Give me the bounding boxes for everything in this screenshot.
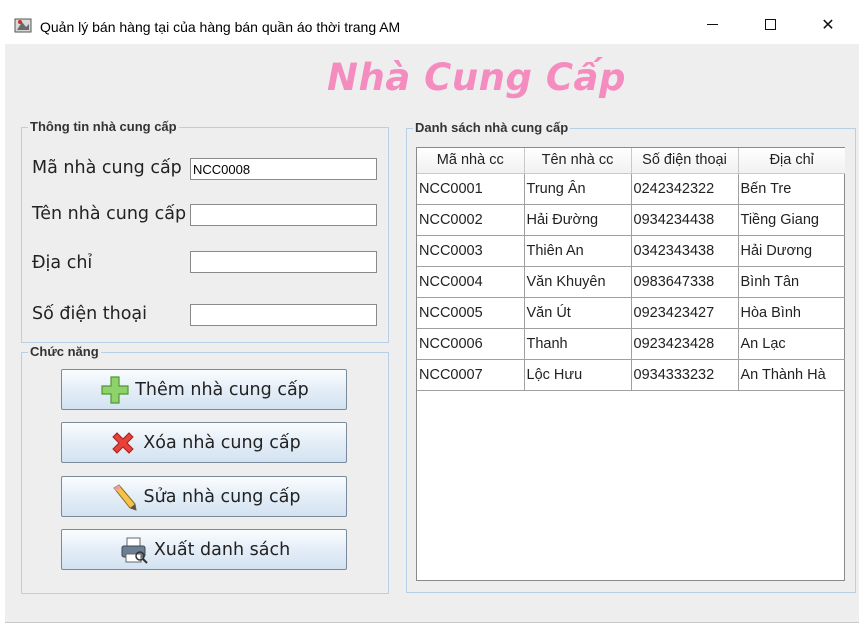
cell-id: NCC0005 — [417, 297, 525, 329]
cell-phone: 0342343438 — [631, 235, 739, 267]
table-header-row: Mã nhà cc Tên nhà cc Số điện thoại Địa c… — [417, 148, 845, 174]
close-button[interactable]: ✕ — [804, 8, 852, 40]
address-label: Địa chỉ — [32, 253, 93, 273]
table-row[interactable]: NCC0006 Thanh 0923423428 An Lạc — [417, 328, 845, 360]
edit-supplier-label: Sửa nhà cung cấp — [143, 486, 301, 507]
cell-phone: 0934333232 — [631, 359, 739, 391]
supplier-name-label: Tên nhà cung cấp — [32, 204, 187, 224]
minimize-button[interactable] — [688, 8, 736, 40]
column-header-id[interactable]: Mã nhà cc — [417, 148, 525, 174]
supplier-table-container[interactable]: Mã nhà cc Tên nhà cc Số điện thoại Địa c… — [416, 147, 845, 581]
export-list-label: Xuất danh sách — [153, 539, 291, 560]
delete-x-icon — [107, 427, 139, 459]
cell-phone: 0923423428 — [631, 328, 739, 360]
title-bar: Quản lý bán hàng tại của hàng bán quần á… — [0, 0, 863, 40]
page-heading: Nhà Cung Cấp — [327, 56, 626, 99]
phone-label: Số điện thoại — [32, 304, 148, 324]
cell-name: Thiên An — [524, 235, 632, 267]
cell-name: Văn Khuyên — [524, 266, 632, 298]
cell-name: Lộc Hưu — [524, 359, 632, 391]
table-row[interactable]: NCC0004 Văn Khuyên 0983647338 Bình Tân — [417, 266, 845, 298]
cell-address: Hải Dương — [738, 235, 845, 267]
cell-id: NCC0001 — [417, 173, 525, 205]
app-icon — [14, 16, 32, 34]
printer-icon — [118, 534, 150, 566]
cell-address: Bến Tre — [738, 173, 845, 205]
table-row[interactable]: NCC0001 Trung Ân 0242342322 Bến Tre — [417, 173, 845, 205]
supplier-list-title: Danh sách nhà cung cấp — [413, 120, 571, 135]
maximize-icon — [764, 18, 776, 30]
add-supplier-label: Thêm nhà cung cấp — [135, 379, 309, 400]
cell-id: NCC0004 — [417, 266, 525, 298]
export-list-button[interactable]: Xuất danh sách — [61, 529, 347, 570]
supplier-id-label: Mã nhà cung cấp — [32, 158, 182, 178]
cell-phone: 0923423427 — [631, 297, 739, 329]
cell-address: Bình Tân — [738, 266, 845, 298]
column-header-phone[interactable]: Số điện thoại — [631, 148, 739, 174]
table-row[interactable]: NCC0005 Văn Út 0923423427 Hòa Bình — [417, 297, 845, 329]
supplier-id-input[interactable] — [190, 158, 377, 180]
delete-supplier-button[interactable]: Xóa nhà cung cấp — [61, 422, 347, 463]
cell-name: Hải Đường — [524, 204, 632, 236]
supplier-name-input[interactable] — [190, 204, 377, 226]
phone-input[interactable] — [190, 304, 377, 326]
delete-supplier-label: Xóa nhà cung cấp — [143, 432, 301, 453]
function-panel-title: Chức năng — [28, 344, 101, 359]
edit-supplier-button[interactable]: Sửa nhà cung cấp — [61, 476, 347, 517]
cell-phone: 0934234438 — [631, 204, 739, 236]
cell-name: Thanh — [524, 328, 632, 360]
cell-address: An Thành Hà — [738, 359, 845, 391]
cell-phone: 0242342322 — [631, 173, 739, 205]
maximize-button[interactable] — [746, 8, 794, 40]
cell-address: An Lạc — [738, 328, 845, 360]
add-supplier-button[interactable]: Thêm nhà cung cấp — [61, 369, 347, 410]
address-input[interactable] — [190, 251, 377, 273]
window-title: Quản lý bán hàng tại của hàng bán quần á… — [40, 19, 401, 35]
cell-id: NCC0007 — [417, 359, 525, 391]
cell-address: Tiềng Giang — [738, 204, 845, 236]
column-header-name[interactable]: Tên nhà cc — [524, 148, 632, 174]
minimize-icon — [706, 23, 718, 25]
cell-name: Trung Ân — [524, 173, 632, 205]
info-panel-title: Thông tin nhà cung cấp — [28, 119, 179, 134]
cell-phone: 0983647338 — [631, 266, 739, 298]
table-row[interactable]: NCC0007 Lộc Hưu 0934333232 An Thành Hà — [417, 359, 845, 391]
pencil-icon — [108, 481, 140, 513]
cell-id: NCC0006 — [417, 328, 525, 360]
cell-name: Văn Út — [524, 297, 632, 329]
table-row[interactable]: NCC0003 Thiên An 0342343438 Hải Dương — [417, 235, 845, 267]
cell-id: NCC0002 — [417, 204, 525, 236]
cell-address: Hòa Bình — [738, 297, 845, 329]
plus-icon — [99, 374, 131, 406]
close-icon: ✕ — [821, 14, 835, 34]
column-header-address[interactable]: Địa chỉ — [738, 148, 845, 174]
table-row[interactable]: NCC0002 Hải Đường 0934234438 Tiềng Giang — [417, 204, 845, 236]
supplier-table: Mã nhà cc Tên nhà cc Số điện thoại Địa c… — [417, 148, 845, 391]
cell-id: NCC0003 — [417, 235, 525, 267]
